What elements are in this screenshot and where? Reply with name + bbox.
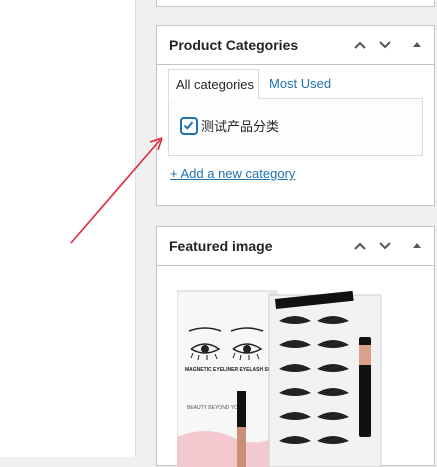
postbox-header: Featured image (157, 227, 434, 266)
postbox-title: Featured image (169, 238, 273, 254)
chevron-up-icon[interactable] (349, 34, 371, 56)
triangle-up-icon[interactable] (406, 34, 428, 56)
chevron-up-icon[interactable] (349, 235, 371, 257)
tab-all-categories[interactable]: All categories (168, 69, 259, 99)
box-text-small: BEAUTY BEYOND YOU (187, 405, 242, 411)
chevron-down-icon[interactable] (374, 235, 396, 257)
add-new-category-link[interactable]: + Add a new category (170, 166, 295, 181)
tab-most-used[interactable]: Most Used (269, 69, 331, 99)
category-checklist: 测试产品分类 (168, 98, 423, 156)
editor-content-area (0, 0, 136, 457)
category-label: 测试产品分类 (201, 120, 280, 135)
featured-product-image[interactable]: MAGNETIC EYELINER EYELASH SET BEAUTY BEY… (177, 287, 382, 467)
product-categories-postbox: Product Categories All categories Most U… (156, 25, 435, 206)
checkmark-icon (183, 121, 194, 130)
postbox-title: Product Categories (169, 37, 299, 53)
triangle-up-icon[interactable] (406, 235, 428, 257)
box-text: MAGNETIC EYELINER EYELASH SET (185, 367, 274, 373)
previous-postbox (156, 0, 435, 7)
chevron-down-icon[interactable] (374, 34, 396, 56)
featured-image-postbox: Featured image MAGNETIC EYELINER EYELASH… (156, 226, 435, 467)
postbox-header: Product Categories (157, 26, 434, 65)
category-checkbox[interactable] (181, 118, 197, 134)
